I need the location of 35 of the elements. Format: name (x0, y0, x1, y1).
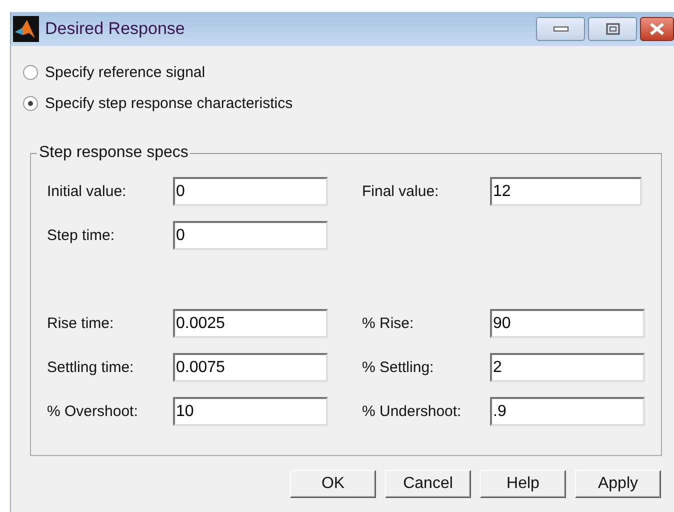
minimize-icon (552, 25, 568, 33)
maximize-icon (606, 23, 620, 35)
input-field[interactable]: 0 (173, 177, 328, 206)
option-label: Specify step response characteristics (45, 95, 293, 112)
minimize-button[interactable] (536, 17, 585, 41)
field-label: % Overshoot: (47, 403, 139, 420)
field-label: Initial value: (47, 183, 128, 200)
option-label: Specify reference signal (45, 64, 206, 81)
field-label: Step time: (47, 227, 116, 244)
field-label: % Undershoot: (362, 403, 462, 420)
maximize-button[interactable] (588, 17, 637, 41)
input-field[interactable]: 90 (490, 309, 645, 338)
input-field[interactable]: 0.0025 (173, 309, 328, 338)
radio-button[interactable] (23, 65, 38, 80)
app-icon (13, 16, 39, 42)
input-field[interactable]: 12 (490, 177, 642, 206)
input-field[interactable]: 10 (173, 397, 328, 426)
window-title: Desired Response (45, 19, 185, 39)
input-field[interactable]: 0 (173, 221, 328, 250)
dialog-button[interactable]: OK (290, 470, 376, 498)
input-field[interactable]: .9 (490, 397, 645, 426)
field-label: % Rise: (362, 315, 415, 332)
radio-button[interactable] (23, 96, 38, 111)
dialog-button[interactable]: Cancel (385, 470, 471, 498)
field-label: Final value: (362, 183, 440, 200)
dialog-button[interactable]: Help (480, 470, 566, 498)
close-button[interactable] (640, 17, 674, 41)
group-title: Step response specs (38, 144, 190, 162)
input-field[interactable]: 2 (490, 353, 645, 382)
dialog-button[interactable]: Apply (575, 470, 661, 498)
field-label: % Settling: (362, 359, 435, 376)
input-field[interactable]: 0.0075 (173, 353, 328, 382)
field-label: Rise time: (47, 315, 115, 332)
field-label: Settling time: (47, 359, 135, 376)
close-icon (648, 22, 666, 36)
